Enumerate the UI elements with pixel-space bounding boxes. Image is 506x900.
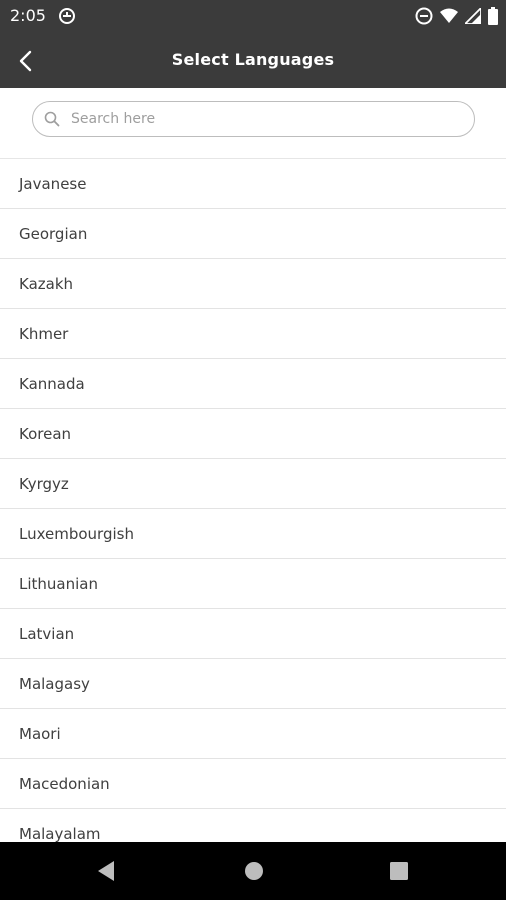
list-item[interactable]: Malayalam: [0, 809, 506, 843]
app-bar: Select Languages: [0, 32, 506, 88]
recents-square-icon[interactable]: [390, 862, 408, 880]
list-item[interactable]: Kannada: [0, 359, 506, 409]
search-section: [0, 88, 506, 158]
system-nav-bar: [0, 842, 506, 900]
do-not-disturb-app-icon: [59, 8, 75, 24]
status-time: 2:05: [10, 6, 46, 25]
list-item[interactable]: Luxembourgish: [0, 509, 506, 559]
language-list: Javanese Georgian Kazakh Khmer Kannada K…: [0, 158, 506, 843]
battery-icon: [488, 7, 498, 25]
wifi-icon: [440, 8, 458, 23]
list-item[interactable]: Kyrgyz: [0, 459, 506, 509]
list-item[interactable]: Maori: [0, 709, 506, 759]
back-triangle-icon[interactable]: [96, 860, 116, 882]
list-item[interactable]: Korean: [0, 409, 506, 459]
status-bar: 2:05: [0, 0, 506, 32]
list-item[interactable]: Latvian: [0, 609, 506, 659]
list-item[interactable]: Kazakh: [0, 259, 506, 309]
home-circle-icon[interactable]: [244, 861, 264, 881]
signal-icon: [465, 8, 481, 24]
status-icons: [415, 7, 498, 25]
dnd-circle-icon: [415, 7, 433, 25]
list-item[interactable]: Malagasy: [0, 659, 506, 709]
search-icon: [44, 111, 60, 127]
list-item[interactable]: Javanese: [0, 159, 506, 209]
list-item[interactable]: Khmer: [0, 309, 506, 359]
list-item[interactable]: Georgian: [0, 209, 506, 259]
list-item[interactable]: Macedonian: [0, 759, 506, 809]
search-input[interactable]: [69, 110, 453, 128]
search-box[interactable]: [32, 101, 475, 137]
page-title: Select Languages: [171, 50, 335, 69]
list-item[interactable]: Lithuanian: [0, 559, 506, 609]
